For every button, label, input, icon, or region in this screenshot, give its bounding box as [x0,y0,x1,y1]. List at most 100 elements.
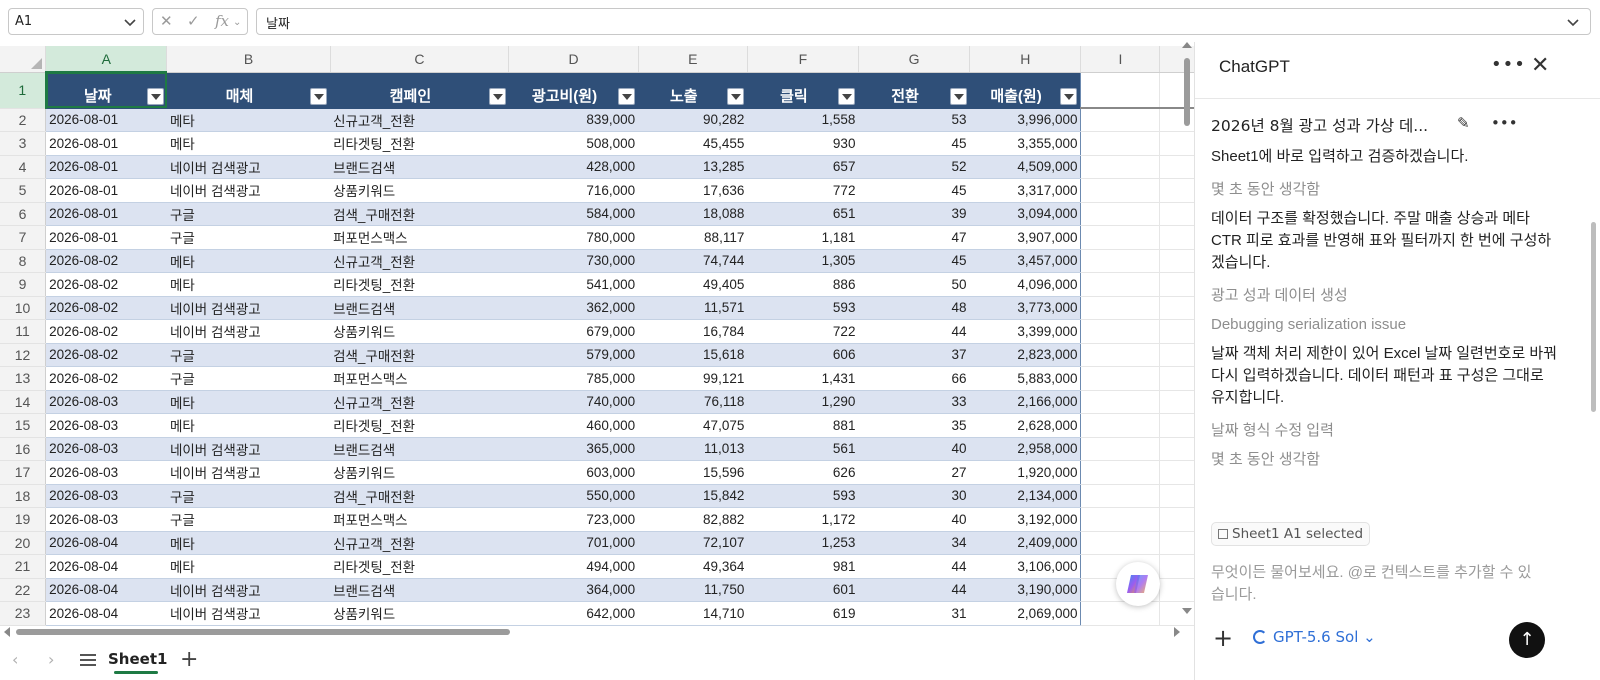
table-cell[interactable]: 34 [858,531,970,555]
table-cell[interactable]: 579,000 [508,343,639,367]
table-cell[interactable]: 메타 [166,390,331,414]
filter-dropdown-icon[interactable] [838,87,856,105]
table-cell[interactable]: 49,405 [638,272,748,297]
table-cell[interactable]: 1,253 [747,531,859,555]
table-cell[interactable]: 상품키워드 [330,460,509,485]
empty-cell[interactable] [1080,108,1161,132]
table-cell[interactable]: 603,000 [508,460,639,485]
table-cell[interactable]: 13,285 [638,155,748,179]
table-header-cell[interactable]: 날짜 [45,72,167,109]
chat-scrollbar[interactable] [1591,222,1596,412]
table-cell[interactable]: 브랜드검색 [330,155,509,179]
add-attachment-button[interactable]: + [1213,624,1233,652]
table-cell[interactable]: 리타겟팅_전환 [330,554,509,579]
table-header-cell[interactable]: 노출 [638,72,748,109]
table-cell[interactable]: 772 [747,178,859,203]
table-cell[interactable]: 메타 [166,272,331,297]
empty-cell[interactable] [1080,72,1161,109]
table-cell[interactable]: 2026-08-02 [45,366,167,391]
table-cell[interactable]: 구글 [166,484,331,508]
table-cell[interactable]: 1,920,000 [969,460,1082,485]
name-box[interactable]: A1 [8,8,144,35]
table-cell[interactable]: 14,710 [638,601,748,626]
sheet-tab-sheet1[interactable]: Sheet1 [108,646,167,676]
table-cell[interactable]: 3,192,000 [969,507,1082,532]
table-cell[interactable]: 네이버 검색광고 [166,437,331,461]
table-cell[interactable]: 508,000 [508,131,639,156]
status-line[interactable]: Debugging serialization issue [1211,314,1561,336]
table-cell[interactable]: 상품키워드 [330,319,509,344]
chat-input[interactable]: 무엇이든 물어보세요. @로 컨텍스트를 추가할 수 있습니다. [1211,562,1541,606]
table-cell[interactable]: 네이버 검색광고 [166,578,331,602]
empty-cell[interactable] [1080,413,1161,438]
row-header[interactable]: 6 [0,202,47,226]
table-cell[interactable]: 18,088 [638,202,748,226]
table-cell[interactable]: 상품키워드 [330,601,509,626]
table-cell[interactable]: 31 [858,601,970,626]
table-cell[interactable]: 88,117 [638,225,748,250]
table-cell[interactable]: 460,000 [508,413,639,438]
table-cell[interactable]: 2026-08-02 [45,296,167,320]
table-cell[interactable]: 2,166,000 [969,390,1082,414]
row-header[interactable]: 3 [0,131,47,156]
table-cell[interactable]: 679,000 [508,319,639,344]
table-cell[interactable]: 2026-08-02 [45,249,167,273]
table-cell[interactable]: 구글 [166,366,331,391]
table-cell[interactable]: 1,305 [747,249,859,273]
table-cell[interactable]: 메타 [166,249,331,273]
table-cell[interactable]: 886 [747,272,859,297]
table-cell[interactable]: 메타 [166,554,331,579]
table-cell[interactable]: 50 [858,272,970,297]
empty-cell[interactable] [1080,319,1161,344]
table-cell[interactable]: 3,317,000 [969,178,1082,203]
model-selector[interactable]: GPT-5.6 Sol ⌄ [1253,628,1376,646]
table-cell[interactable]: 15,618 [638,343,748,367]
table-cell[interactable]: 3,355,000 [969,131,1082,156]
table-cell[interactable]: 428,000 [508,155,639,179]
row-header[interactable]: 1 [0,72,47,109]
table-cell[interactable]: 네이버 검색광고 [166,601,331,626]
table-cell[interactable]: 35 [858,413,970,438]
status-line[interactable]: 몇 초 동안 생각함 [1211,179,1561,201]
table-cell[interactable]: 신규고객_전환 [330,390,509,414]
formula-input[interactable]: 날짜 [256,8,1591,35]
row-header[interactable]: 8 [0,249,47,273]
column-header-c[interactable]: C [330,46,510,73]
table-cell[interactable]: 2026-08-04 [45,578,167,602]
empty-cell[interactable] [1080,131,1161,156]
table-cell[interactable]: 3,996,000 [969,108,1082,132]
table-cell[interactable]: 5,883,000 [969,366,1082,391]
close-icon[interactable]: ✕ [1531,53,1549,78]
table-cell[interactable]: 27 [858,460,970,485]
table-cell[interactable]: 3,773,000 [969,296,1082,320]
table-cell[interactable]: 40 [858,437,970,461]
table-cell[interactable]: 2,134,000 [969,484,1082,508]
filter-dropdown-icon[interactable] [488,87,506,105]
conversation-title[interactable]: 2026년 8월 광고 성과 가상 데... [1211,114,1428,136]
table-cell[interactable]: 3,106,000 [969,554,1082,579]
column-header-i[interactable]: I [1080,46,1161,73]
table-cell[interactable]: 2,628,000 [969,413,1082,438]
column-header-e[interactable]: E [638,46,748,73]
table-cell[interactable]: 2026-08-03 [45,460,167,485]
table-cell[interactable]: 494,000 [508,554,639,579]
table-cell[interactable]: 퍼포먼스맥스 [330,366,509,391]
table-cell[interactable]: 2026-08-02 [45,272,167,297]
row-header[interactable]: 13 [0,366,47,391]
horizontal-scrollbar[interactable] [0,626,1190,638]
table-header-cell[interactable]: 클릭 [747,72,859,109]
table-cell[interactable]: 2026-08-04 [45,554,167,579]
table-cell[interactable]: 45 [858,249,970,273]
table-cell[interactable]: 651 [747,202,859,226]
table-cell[interactable]: 37 [858,343,970,367]
table-cell[interactable]: 619 [747,601,859,626]
table-cell[interactable]: 2026-08-03 [45,390,167,414]
table-cell[interactable]: 2026-08-01 [45,108,167,132]
table-cell[interactable]: 39 [858,202,970,226]
table-cell[interactable]: 2,409,000 [969,531,1082,555]
row-header[interactable]: 2 [0,108,47,132]
table-cell[interactable]: 4,509,000 [969,155,1082,179]
empty-cell[interactable] [1080,202,1161,226]
scroll-down-icon[interactable] [1182,608,1192,614]
horizontal-scroll-thumb[interactable] [16,629,510,635]
